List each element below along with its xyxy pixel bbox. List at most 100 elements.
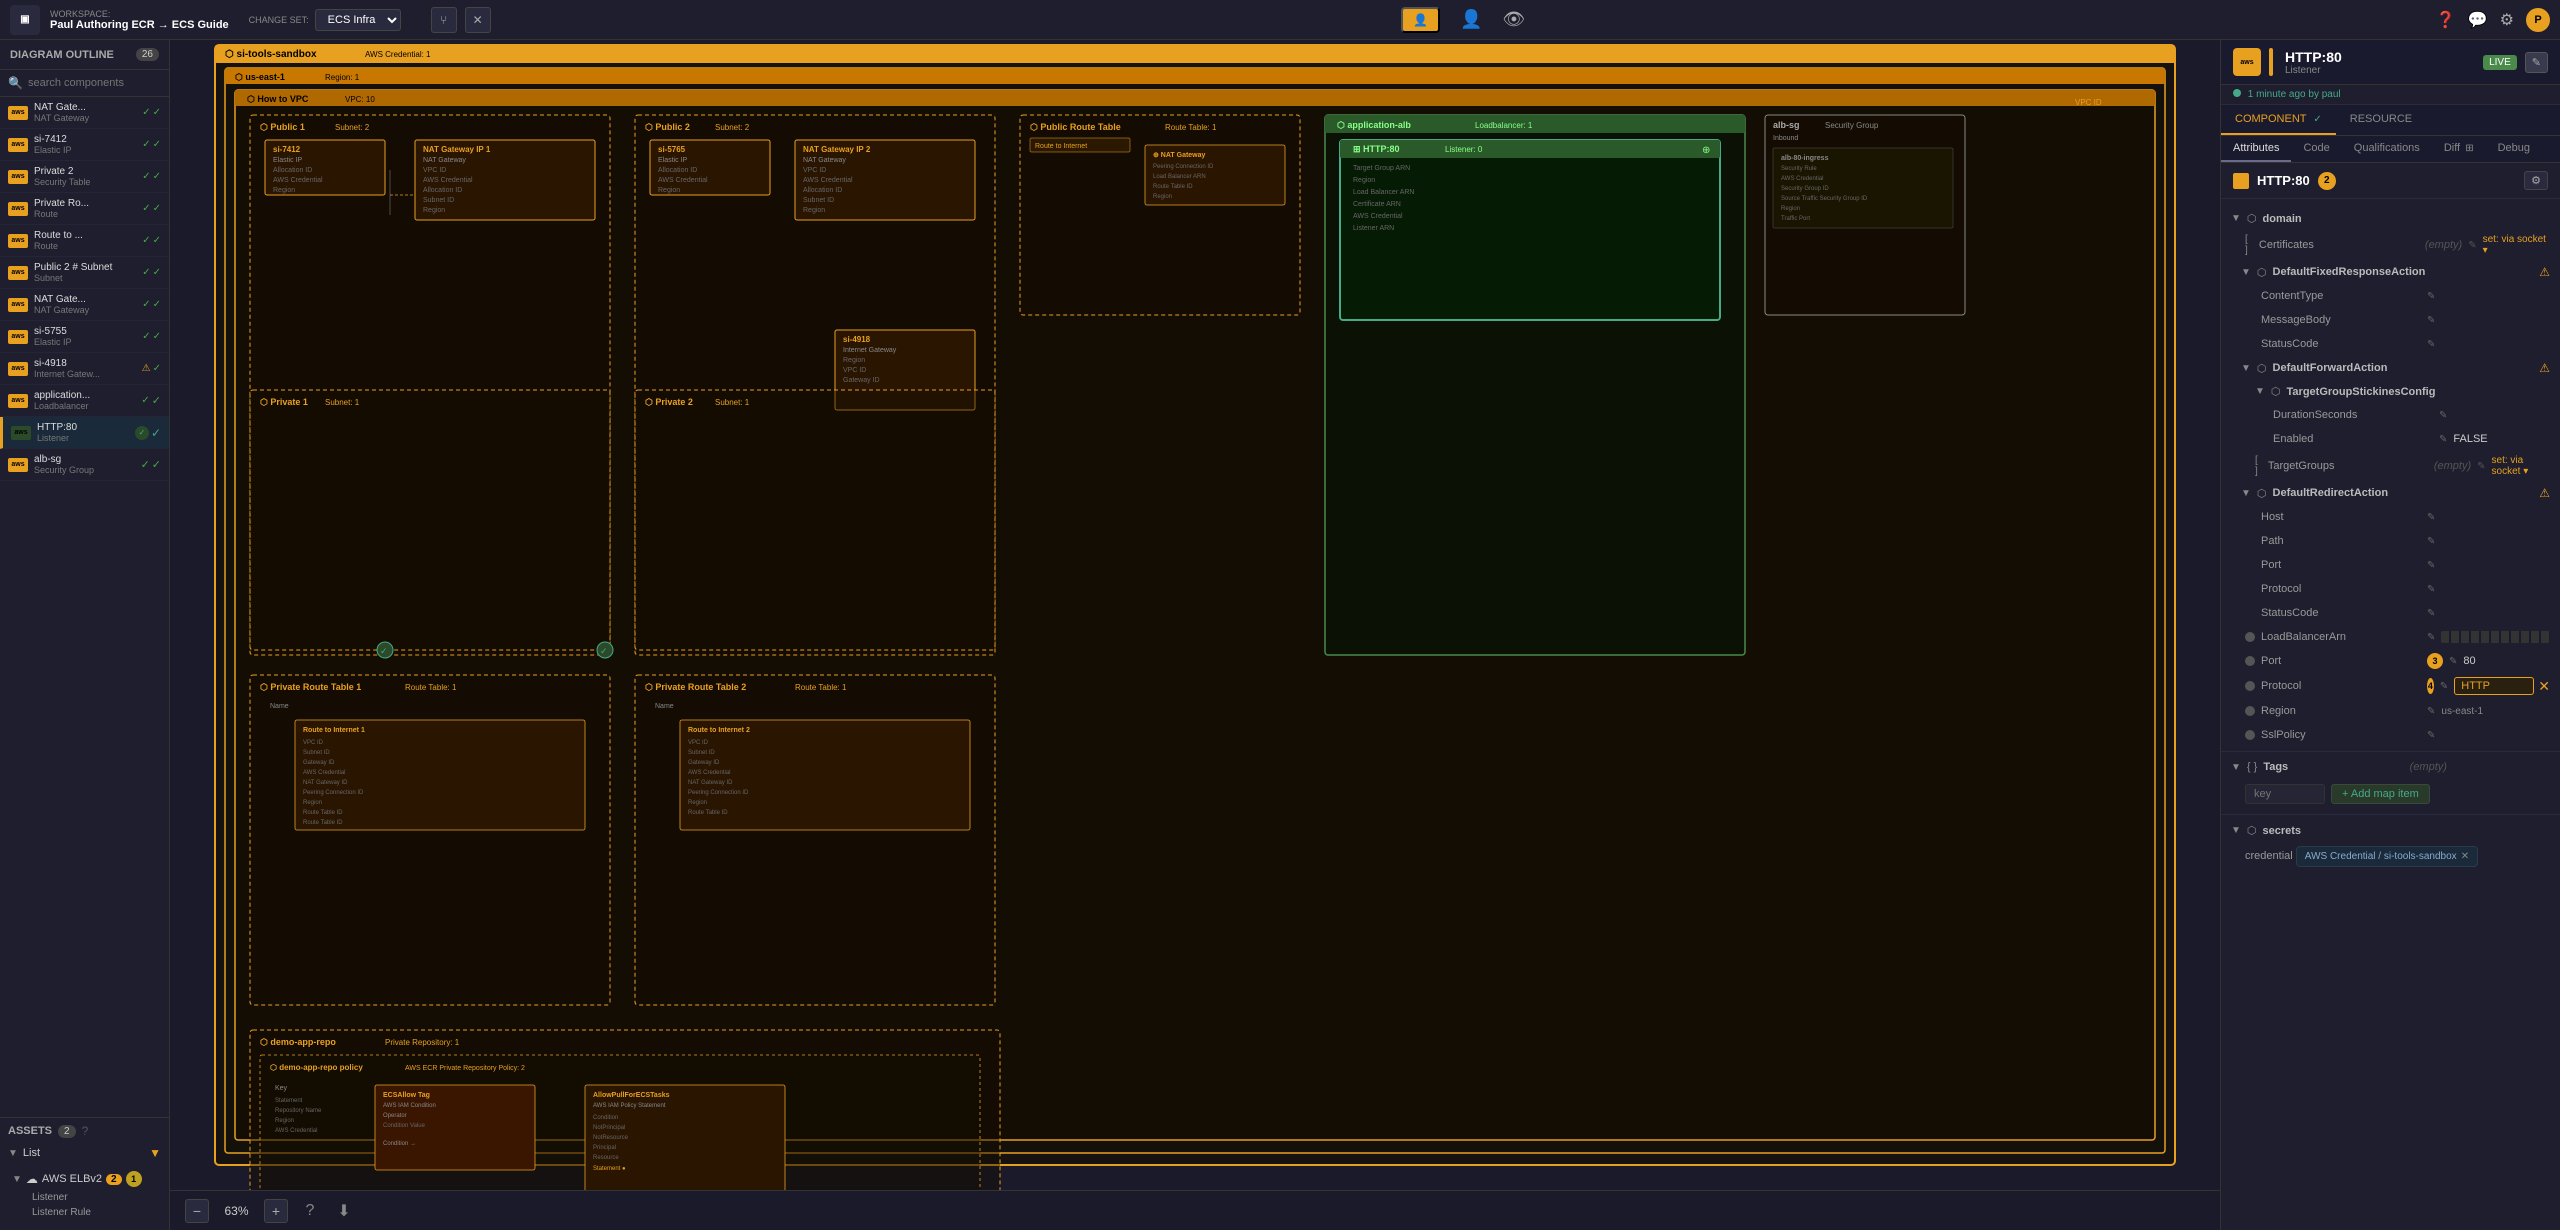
workspace-label: WORKSPACE:: [50, 9, 229, 19]
message-body-edit[interactable]: ✎: [2427, 315, 2435, 326]
diagram-svg[interactable]: ⬡ si-tools-sandbox AWS Credential: 1 ⬡ u…: [170, 40, 2220, 1190]
credential-value-tag[interactable]: AWS Credential / si-tools-sandbox ✕: [2296, 846, 2478, 867]
section-tgsc-header[interactable]: ▼ ⬡ TargetGroupStickinesConfig: [2221, 380, 2560, 403]
duration-seconds-edit[interactable]: ✎: [2439, 410, 2447, 421]
tag-key-input[interactable]: [2245, 784, 2325, 804]
assets-section: ASSETS 2 ? ▼ List ▼ ▼ ☁ AWS ELBv2 2 1 Li…: [0, 1117, 169, 1230]
section-dfa-header[interactable]: ▼ ⬡ DefaultForwardAction ⚠: [2221, 356, 2560, 380]
svg-text:Region: Region: [423, 207, 445, 214]
lb-arn-edit[interactable]: ✎: [2427, 632, 2435, 643]
target-groups-action[interactable]: set: via socket ▾: [2492, 455, 2550, 477]
section-secrets-header[interactable]: ▼ ⬡ secrets: [2221, 819, 2560, 842]
user-button[interactable]: 👤: [1401, 7, 1440, 33]
protocol-input[interactable]: [2454, 677, 2534, 695]
aws-elbv2-item[interactable]: ▼ ☁ AWS ELBv2 2 1: [8, 1168, 161, 1190]
settings-icon[interactable]: ⚙: [2500, 10, 2514, 30]
sidebar-item-private-route[interactable]: aws Private Ro... Route ✓ ✓: [0, 193, 169, 225]
svg-text:AWS IAM Condition: AWS IAM Condition: [383, 1103, 436, 1109]
alb-sg-info: alb-sg Security Group: [34, 454, 135, 475]
canvas[interactable]: ⬡ si-tools-sandbox AWS Credential: 1 ⬡ u…: [170, 40, 2220, 1230]
component-settings-button[interactable]: ⚙: [2524, 171, 2548, 190]
subtab-diff[interactable]: Diff ⊞: [2432, 136, 2486, 162]
sidebar-item-si4918[interactable]: aws si-4918 Internet Gatew... ⚠ ✓: [0, 353, 169, 385]
change-set-select[interactable]: ECS Infra: [315, 9, 401, 31]
field-duration-seconds: DurationSeconds ✎: [2221, 403, 2560, 427]
svg-text:Name: Name: [270, 703, 289, 710]
dfra-title: DefaultFixedResponseAction: [2273, 266, 2534, 278]
subtab-code[interactable]: Code: [2291, 136, 2341, 162]
nat-gateway-type-2: NAT Gateway: [34, 305, 136, 315]
host-edit[interactable]: ✎: [2427, 512, 2435, 523]
target-groups-edit-icon[interactable]: ✎: [2477, 461, 2485, 472]
region-edit[interactable]: ✎: [2427, 706, 2435, 717]
rp-edit-button[interactable]: ✎: [2525, 52, 2548, 73]
http80-type: Listener: [37, 433, 129, 443]
sidebar-item-nat-gateway-2[interactable]: aws NAT Gate... NAT Gateway ✓ ✓: [0, 289, 169, 321]
tab-resource[interactable]: RESOURCE: [2336, 105, 2426, 135]
port-edit[interactable]: ✎: [2449, 656, 2457, 667]
ssl-edit[interactable]: ✎: [2427, 730, 2435, 741]
svg-text:Gateway ID: Gateway ID: [843, 377, 880, 384]
content-type-edit[interactable]: ✎: [2427, 291, 2435, 302]
status-code-fixed-edit[interactable]: ✎: [2427, 339, 2435, 350]
protocol-edit[interactable]: ✎: [2440, 681, 2448, 692]
sidebar-item-route-to[interactable]: aws Route to ... Route ✓ ✓: [0, 225, 169, 257]
sidebar-item-http80[interactable]: aws HTTP:80 Listener ✓ ✓: [0, 417, 169, 449]
port-redirect-edit[interactable]: ✎: [2427, 560, 2435, 571]
sidebar-item-application-alb[interactable]: aws application... Loadbalancer ✓ ✓: [0, 385, 169, 417]
certificates-set-action[interactable]: set: via socket ▾: [2483, 234, 2550, 256]
listener-rule-item[interactable]: Listener Rule: [28, 1205, 161, 1220]
svg-text:Security Group: Security Group: [1825, 121, 1879, 130]
topbar-branch-icon[interactable]: ⑂: [431, 7, 457, 33]
subtab-debug[interactable]: Debug: [2486, 136, 2542, 162]
dfa-cube-icon: ⬡: [2257, 362, 2267, 375]
discord-icon[interactable]: 💬: [2468, 10, 2488, 30]
credential-close-icon[interactable]: ✕: [2461, 851, 2469, 862]
profile-icon[interactable]: P: [2526, 8, 2550, 32]
section-dfra-header[interactable]: ▼ ⬡ DefaultFixedResponseAction ⚠: [2221, 260, 2560, 284]
subtab-attributes[interactable]: Attributes: [2221, 136, 2291, 162]
topbar-eye-icon[interactable]: 👁: [1503, 9, 1526, 30]
enabled-edit[interactable]: ✎: [2439, 434, 2447, 445]
assets-question-icon[interactable]: ?: [82, 1124, 89, 1138]
tgsc-arrow-icon: ▼: [2255, 386, 2265, 397]
listener-item[interactable]: Listener: [28, 1190, 161, 1205]
section-domain-header[interactable]: ▼ ⬡ domain: [2221, 207, 2560, 230]
si7412-info: si-7412 Elastic IP: [34, 134, 136, 155]
zoom-in-button[interactable]: +: [264, 1199, 288, 1223]
svg-text:Allocation ID: Allocation ID: [658, 167, 697, 174]
protocol-redirect-edit[interactable]: ✎: [2427, 584, 2435, 595]
help-canvas-icon[interactable]: ?: [298, 1199, 322, 1223]
assets-filter-icon[interactable]: ▼: [149, 1146, 161, 1160]
sidebar-item-public2-subnet[interactable]: aws Public 2 # Subnet Subnet ✓ ✓: [0, 257, 169, 289]
sidebar-item-private2[interactable]: aws Private 2 Security Table ✓ ✓: [0, 161, 169, 193]
tab-component[interactable]: COMPONENT ✓: [2221, 105, 2336, 135]
dfa-arrow-icon: ▼: [2241, 363, 2251, 374]
si7412-name: si-7412: [34, 134, 136, 145]
protocol-clear-icon[interactable]: ✕: [2538, 678, 2550, 695]
tgsc-title: TargetGroupStickinesConfig: [2287, 386, 2550, 398]
add-map-item-button[interactable]: + Add map item: [2331, 784, 2430, 804]
path-edit[interactable]: ✎: [2427, 536, 2435, 547]
download-icon[interactable]: ⬇: [332, 1199, 356, 1223]
sidebar-item-alb-sg[interactable]: aws alb-sg Security Group ✓ ✓: [0, 449, 169, 481]
section-tags-header[interactable]: ▼ { } Tags (empty): [2221, 756, 2560, 778]
svg-text:Subnet: 1: Subnet: 1: [715, 398, 750, 407]
search-input[interactable]: [28, 77, 170, 89]
topbar-user-icon[interactable]: 👤: [1460, 9, 1482, 30]
target-groups-value: (empty): [2434, 460, 2471, 472]
region-dot: [2245, 706, 2255, 716]
component-check-icon: ✓: [2313, 114, 2321, 125]
help-icon[interactable]: ❓: [2436, 10, 2456, 30]
status-code-redirect-edit[interactable]: ✎: [2427, 608, 2435, 619]
topbar-close-icon[interactable]: ✕: [465, 7, 491, 33]
sidebar-item-nat-gateway-1[interactable]: aws NAT Gate... NAT Gateway ✓ ✓: [0, 97, 169, 129]
sidebar-item-si7412[interactable]: aws si-7412 Elastic IP ✓ ✓: [0, 129, 169, 161]
sidebar-item-si5755[interactable]: aws si-5755 Elastic IP ✓ ✓: [0, 321, 169, 353]
section-dra-header[interactable]: ▼ ⬡ DefaultRedirectAction ⚠: [2221, 481, 2560, 505]
zoom-out-button[interactable]: −: [185, 1199, 209, 1223]
certificates-edit-icon[interactable]: ✎: [2468, 240, 2476, 251]
private2-check2: ✓: [153, 171, 161, 182]
subtab-qualifications[interactable]: Qualifications: [2342, 136, 2432, 162]
public2-subnet-badges: ✓ ✓: [142, 267, 161, 278]
